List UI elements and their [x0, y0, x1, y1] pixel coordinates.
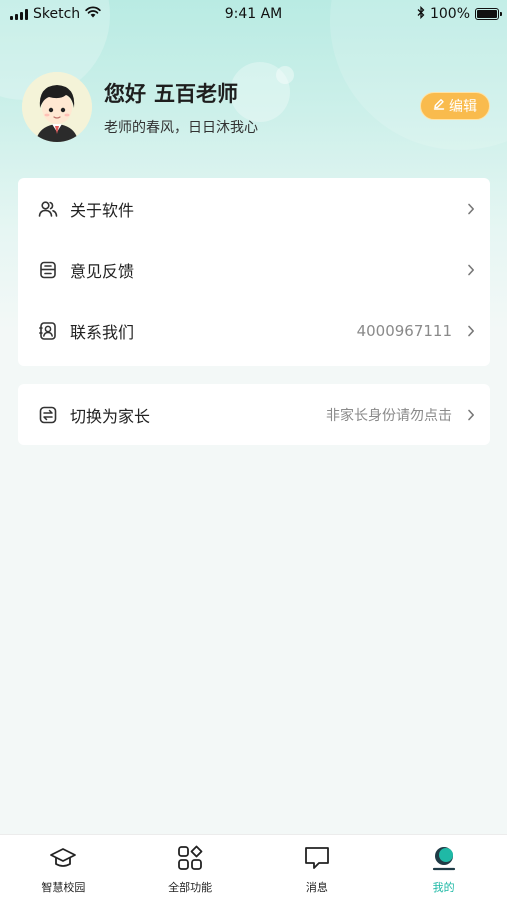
- motto-text: 老师的春风，日日沐我心: [104, 119, 258, 136]
- wifi-icon: [85, 6, 101, 22]
- pencil-icon: [433, 98, 445, 114]
- chevron-right-icon: [466, 324, 476, 338]
- menu-item-label: 意见反馈: [70, 261, 135, 281]
- bluetooth-icon: [417, 5, 425, 23]
- switch-to-parent-item[interactable]: 切换为家长 非家长身份请勿点击: [18, 384, 490, 445]
- status-bar: Sketch 9:41 AM 100%: [0, 0, 507, 28]
- tab-messages[interactable]: 消息: [254, 835, 381, 900]
- greeting-line: 您好 五百老师: [104, 78, 258, 108]
- carrier-label: Sketch: [33, 6, 81, 22]
- menu-item-label: 联系我们: [70, 322, 135, 342]
- chevron-right-icon: [466, 263, 476, 277]
- settings-card: 关于软件 意见反馈 联系我们 4000967111: [18, 178, 490, 366]
- switch-role-card: 切换为家长 非家长身份请勿点击: [18, 384, 490, 445]
- contact-icon: [38, 321, 58, 341]
- teacher-name: 五百老师: [154, 81, 238, 106]
- menu-item-feedback[interactable]: 意见反馈: [18, 239, 490, 300]
- tab-label: 智慧校园: [41, 881, 86, 894]
- switch-icon: [38, 405, 58, 425]
- menu-item-about[interactable]: 关于软件: [18, 178, 490, 239]
- profile-icon: [430, 844, 458, 872]
- tab-label: 消息: [305, 881, 328, 894]
- tab-label: 全部功能: [168, 881, 213, 894]
- apps-grid-icon: [176, 844, 204, 872]
- bottom-tab-bar: 智慧校园 全部功能 消息 我的: [0, 834, 507, 900]
- contact-phone: 4000967111: [356, 321, 452, 340]
- tab-smart-campus[interactable]: 智慧校园: [0, 835, 127, 900]
- switch-role-hint: 非家长身份请勿点击: [326, 407, 452, 424]
- chevron-right-icon: [466, 202, 476, 216]
- users-icon: [38, 199, 58, 219]
- edit-button[interactable]: 编辑: [420, 92, 490, 120]
- menu-item-label: 关于软件: [70, 200, 135, 220]
- edit-label: 编辑: [449, 99, 477, 115]
- graduation-cap-icon: [49, 844, 77, 872]
- signal-icon: [10, 8, 28, 20]
- greeting-text: 您好: [104, 81, 146, 106]
- feedback-icon: [38, 260, 58, 280]
- profile-header: 您好 五百老师 老师的春风，日日沐我心: [22, 72, 258, 142]
- menu-item-contact[interactable]: 联系我们 4000967111: [18, 300, 490, 361]
- tab-all-functions[interactable]: 全部功能: [127, 835, 254, 900]
- message-icon: [303, 844, 331, 872]
- tab-mine[interactable]: 我的: [380, 835, 507, 900]
- battery-percent: 100%: [429, 6, 470, 22]
- tab-label: 我的: [432, 881, 455, 894]
- avatar[interactable]: [22, 72, 92, 142]
- battery-icon: [475, 8, 502, 20]
- chevron-right-icon: [466, 408, 476, 422]
- switch-role-label: 切换为家长: [70, 406, 151, 426]
